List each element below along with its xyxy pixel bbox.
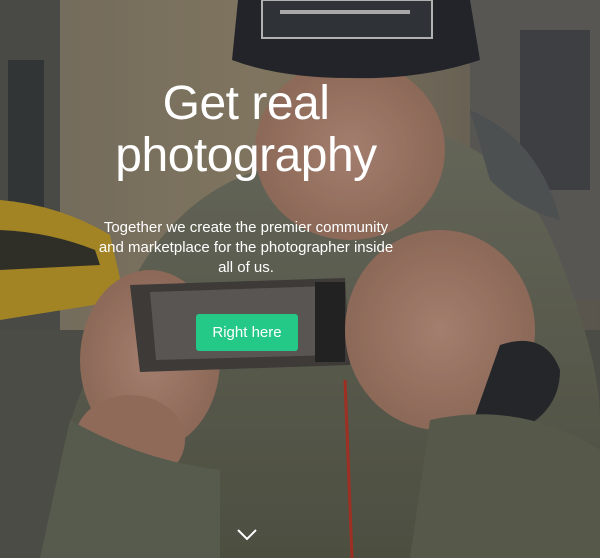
- headline-line-1: Get real: [162, 77, 330, 130]
- hero-headline: Get real photography: [0, 78, 492, 182]
- chevron-down-icon[interactable]: [236, 528, 258, 542]
- hero-subtext: Together we create the premier community…: [96, 218, 396, 278]
- subtext-line-3: all of us.: [218, 259, 274, 276]
- subtext-line-2: and marketplace for the photographer ins…: [98, 239, 394, 256]
- headline-line-2: photography: [115, 129, 377, 182]
- hero-section: Get real photography Together we create …: [0, 0, 600, 558]
- right-here-button[interactable]: Right here: [196, 314, 298, 351]
- subtext-line-1: Together we create the premier community: [103, 219, 389, 236]
